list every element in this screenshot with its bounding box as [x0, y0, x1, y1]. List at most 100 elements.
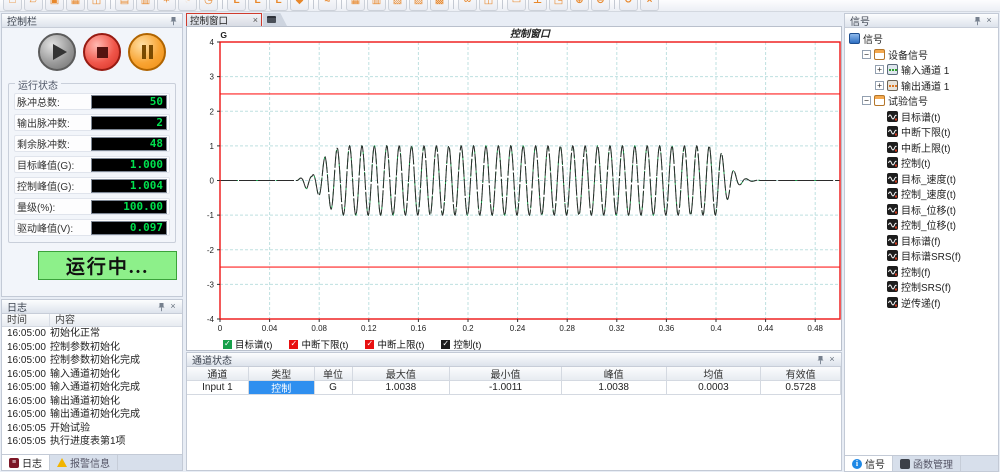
save-all-icon[interactable]: ▦	[66, 0, 85, 11]
tree-item[interactable]: −试验信号	[845, 93, 998, 109]
legend-label: 中断下限(t)	[301, 337, 348, 351]
tree-item[interactable]: 目标谱(f)	[845, 233, 998, 249]
link-window-icon[interactable]: ◫	[479, 0, 498, 11]
pin-icon[interactable]	[155, 301, 167, 312]
tree-item[interactable]: 目标谱SRS(f)	[845, 248, 998, 264]
status-field-label: 驱动峰值(V):	[17, 220, 73, 235]
chart-edit-icon[interactable]: ▩	[430, 0, 449, 11]
tree-expand-toggle[interactable]: −	[862, 96, 871, 105]
tree-item-label: 控制(t)	[901, 155, 930, 170]
undo-icon[interactable]: ↺	[619, 0, 638, 11]
zoom-in-icon[interactable]: ⊕	[570, 0, 589, 11]
tree-item[interactable]: 中断下限(t)	[845, 124, 998, 140]
wave-setup-icon[interactable]: ≈	[318, 0, 337, 11]
tree-item[interactable]: 控制SRS(f)	[845, 279, 998, 295]
log-col-time: 时间	[2, 314, 50, 326]
link-channel-icon[interactable]: ∞	[458, 0, 477, 11]
tree-expand-toggle[interactable]: +	[875, 81, 884, 90]
channel-status-title: 通道状态	[192, 352, 232, 367]
save-layout-icon[interactable]: ▭	[507, 0, 526, 11]
level-mid-icon[interactable]: L	[248, 0, 267, 11]
tree-expand-toggle[interactable]: +	[875, 65, 884, 74]
legend-checkbox[interactable]	[365, 340, 374, 349]
chart-columns-icon[interactable]: ▥	[367, 0, 386, 11]
log-row: 16:05:00输出通道初始化	[2, 395, 182, 409]
tree-expand-toggle[interactable]: −	[862, 50, 871, 59]
zoom-out-icon[interactable]: ⊖	[591, 0, 610, 11]
tree-item-label: 控制SRS(f)	[901, 279, 951, 294]
table-cell: Input 1	[187, 381, 249, 395]
pin-icon[interactable]	[167, 15, 179, 26]
log-row: 16:05:05开始试验	[2, 422, 182, 436]
open-icon[interactable]: ▱	[24, 0, 43, 11]
tab-function-manager[interactable]: 函数管理	[893, 456, 961, 471]
gauge-icon[interactable]: ◔	[178, 0, 197, 11]
pause-button[interactable]	[128, 33, 166, 71]
status-field-label: 目标峰值(G):	[17, 157, 74, 172]
control-window-chart[interactable]: 43210-1-2-3-400.040.080.120.160.20.240.2…	[187, 27, 841, 335]
log-tabbar: ≡ 日志 报警信息	[2, 454, 182, 470]
tree-item[interactable]: 中断上限(t)	[845, 140, 998, 156]
wave-icon	[887, 173, 898, 184]
pin-icon[interactable]	[814, 354, 826, 365]
tree-item[interactable]: 控制(t)	[845, 155, 998, 171]
tree-item-label: 输出通道 1	[901, 78, 949, 93]
clock-icon[interactable]: ◷	[199, 0, 218, 11]
chart-curve-icon[interactable]: ▨	[409, 0, 428, 11]
level-high-icon[interactable]: L	[269, 0, 288, 11]
tree-item[interactable]: 信号	[845, 31, 998, 47]
export-window-icon[interactable]: ◳	[549, 0, 568, 11]
stop-button[interactable]	[83, 33, 121, 71]
log-row: 16:05:00输入通道初始化完成	[2, 381, 182, 395]
save-icon[interactable]: ▣	[45, 0, 64, 11]
log-time: 16:05:00	[2, 381, 50, 395]
log-message: 输出通道初始化完成	[50, 408, 182, 422]
pin-icon[interactable]	[971, 15, 983, 26]
tab-log[interactable]: ≡ 日志	[2, 455, 50, 470]
play-button[interactable]	[38, 33, 76, 71]
log-time: 16:05:00	[2, 395, 50, 409]
legend-checkbox[interactable]	[289, 340, 298, 349]
status-field-label: 量级(%):	[17, 199, 55, 214]
tree-item[interactable]: +输入通道 1	[845, 62, 998, 78]
log-time: 16:05:00	[2, 368, 50, 382]
tree-item[interactable]: −设备信号	[845, 47, 998, 63]
close-test-icon[interactable]: ×	[640, 0, 659, 11]
log-message: 开始试验	[50, 422, 182, 436]
tab-alarm-info[interactable]: 报警信息	[50, 455, 118, 470]
chart-layout-icon[interactable]: ▧	[388, 0, 407, 11]
tab-control-window[interactable]: 控制窗口 ×	[186, 13, 262, 26]
svg-text:0.28: 0.28	[559, 324, 575, 333]
tree-item[interactable]: 目标_位移(t)	[845, 202, 998, 218]
legend-checkbox[interactable]	[223, 340, 232, 349]
tree-item[interactable]: 目标_速度(t)	[845, 171, 998, 187]
close-icon[interactable]: ×	[826, 354, 838, 365]
close-icon[interactable]: ×	[167, 301, 179, 312]
tree-item[interactable]: 目标谱(t)	[845, 109, 998, 125]
tree-item[interactable]: 控制_速度(t)	[845, 186, 998, 202]
table-row[interactable]: Input 1控制G1.0038-1.00111.00380.00030.572…	[187, 381, 841, 395]
tree-item-label: 目标_位移(t)	[901, 202, 956, 217]
tree-item[interactable]: 控制_位移(t)	[845, 217, 998, 233]
log-row: 16:05:05执行进度表第1项	[2, 435, 182, 449]
level-low-icon[interactable]: L	[227, 0, 246, 11]
tab-signal-label: 信号	[865, 456, 885, 471]
new-icon[interactable]: □	[3, 0, 22, 11]
flip-axis-icon[interactable]: ⊥	[528, 0, 547, 11]
chart-thumbnail-tab[interactable]	[263, 13, 287, 26]
legend-checkbox[interactable]	[441, 340, 450, 349]
report-icon[interactable]: ▥	[136, 0, 155, 11]
close-icon[interactable]: ×	[983, 15, 995, 26]
tree-item[interactable]: 逆传递(f)	[845, 295, 998, 311]
signal-tabbar: i 信号 函数管理	[845, 455, 998, 471]
tab-signal[interactable]: i 信号	[845, 456, 893, 471]
transfer-icon[interactable]: ◆	[290, 0, 309, 11]
tree-item[interactable]: + 输出通道 1	[845, 78, 998, 94]
chart-grid-icon[interactable]: ▦	[346, 0, 365, 11]
import-icon[interactable]: ◫	[87, 0, 106, 11]
favorites-icon[interactable]: ✶	[157, 0, 176, 11]
tree-item[interactable]: 控制(f)	[845, 264, 998, 280]
tab-close-icon[interactable]: ×	[253, 15, 258, 25]
copy-icon[interactable]: ▤	[115, 0, 134, 11]
log-column-headers: 时间 内容	[2, 314, 182, 327]
